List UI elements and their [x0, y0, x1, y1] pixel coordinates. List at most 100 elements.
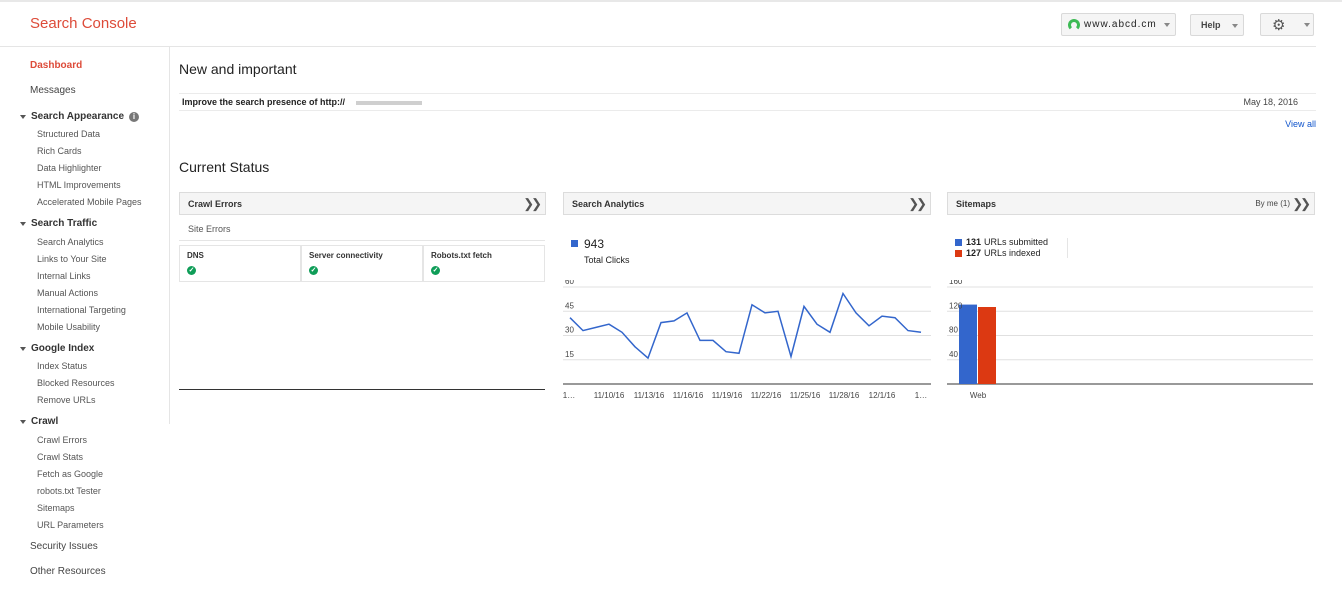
sidebar-item-remove-urls[interactable]: Remove URLs: [37, 395, 96, 405]
total-clicks-value: 943: [584, 237, 605, 251]
crawl-errors-divider: [179, 389, 545, 390]
sidebar-item-international-targeting[interactable]: International Targeting: [37, 305, 126, 315]
sidebar-item-security-issues[interactable]: Security Issues: [30, 541, 98, 552]
sidebar-item-internal-links[interactable]: Internal Links: [37, 271, 91, 281]
sidebar-item-robots-tester[interactable]: robots.txt Tester: [37, 486, 101, 496]
message-row[interactable]: Improve the search presence of http:// M…: [179, 93, 1316, 111]
x-tick-label: 1…: [915, 391, 927, 400]
total-clicks-label: Total Clicks: [584, 255, 630, 265]
sidebar-item-html-improvements[interactable]: HTML Improvements: [37, 180, 121, 190]
message-text[interactable]: Improve the search presence of http://: [182, 97, 345, 107]
expand-chevron-icon[interactable]: ❯❯: [523, 196, 542, 212]
sidebar-item-manual-actions[interactable]: Manual Actions: [37, 288, 98, 298]
indexed-label: URLs indexed: [984, 248, 1041, 258]
x-tick-label: 11/10/16: [594, 391, 625, 400]
search-analytics-header[interactable]: Search Analytics ❯❯: [563, 192, 931, 215]
legend-swatch-red: [955, 249, 962, 257]
sidebar-item-sitemaps[interactable]: Sitemaps: [37, 503, 75, 513]
sitemaps-header[interactable]: Sitemaps By me (1) ❯❯: [947, 192, 1315, 215]
sidebar-section-label: Search Appearance: [31, 111, 125, 122]
expand-chevron-icon[interactable]: ❯❯: [1292, 196, 1311, 212]
x-tick-label: 12/1/16: [869, 391, 896, 400]
help-label: Help: [1201, 20, 1221, 30]
sidebar-section-label: Crawl: [31, 416, 59, 427]
x-tick-label: Web: [970, 391, 987, 400]
sidebar-item-url-parameters[interactable]: URL Parameters: [37, 520, 104, 530]
y-tick-label: 80: [949, 326, 958, 335]
expand-triangle-icon: [20, 114, 26, 119]
search-analytics-chart: 60 45 30 15 1… 11/10/16 11/13/16 11/16/16 11/19/…: [563, 280, 931, 400]
check-icon: ✓: [187, 266, 196, 275]
check-icon: ✓: [309, 266, 318, 275]
sidebar-item-data-highlighter[interactable]: Data Highlighter: [37, 163, 102, 173]
sidebar-item-amp[interactable]: Accelerated Mobile Pages: [37, 197, 142, 207]
y-tick-label: 30: [565, 326, 574, 335]
sidebar-item-blocked-resources[interactable]: Blocked Resources: [37, 378, 115, 388]
clicks-series-line: [569, 291, 922, 360]
chevron-down-icon: [1164, 23, 1170, 27]
expand-triangle-icon: [20, 419, 26, 424]
x-tick-label: 11/16/16: [673, 391, 704, 400]
search-analytics-title: Search Analytics: [572, 199, 645, 209]
error-cell-label: Robots.txt fetch: [431, 251, 492, 260]
crawl-errors-header[interactable]: Crawl Errors ❯❯: [179, 192, 546, 215]
crawl-errors-title: Crawl Errors: [188, 199, 243, 209]
legend-swatch-blue: [955, 238, 962, 246]
sidebar-section-label: Search Traffic: [31, 218, 98, 229]
view-all-link[interactable]: View all: [1285, 119, 1316, 129]
x-tick-label: 11/22/16: [751, 391, 782, 400]
legend-indexed: 127 URLs indexed: [955, 248, 1041, 258]
x-tick-label: 11/19/16: [712, 391, 743, 400]
sitemaps-chart: 160 120 80 40 Web: [947, 280, 1313, 400]
site-selector[interactable]: www.abcd.cm: [1061, 13, 1176, 36]
gear-icon: ⚙: [1272, 17, 1286, 34]
site-url: www.abcd.cm: [1084, 19, 1157, 30]
y-tick-label: 15: [565, 350, 574, 359]
sidebar-section-search-traffic[interactable]: Search Traffic: [20, 218, 97, 229]
x-tick-label: 11/28/16: [829, 391, 860, 400]
y-tick-label: 40: [949, 350, 958, 359]
x-tick-label: 11/13/16: [634, 391, 665, 400]
sidebar-item-rich-cards[interactable]: Rich Cards: [37, 146, 82, 156]
sidebar-section-crawl[interactable]: Crawl: [20, 416, 58, 427]
y-tick-label: 45: [565, 301, 574, 310]
chevron-down-icon: [1304, 23, 1310, 27]
sidebar-section-google-index[interactable]: Google Index: [20, 343, 94, 354]
bar-urls-submitted: [959, 304, 977, 384]
sidebar-item-fetch-as-google[interactable]: Fetch as Google: [37, 469, 103, 479]
expand-triangle-icon: [20, 221, 26, 226]
sidebar-section-search-appearance[interactable]: Search Appearance i: [20, 111, 140, 122]
sidebar-item-dashboard[interactable]: Dashboard: [30, 60, 82, 71]
indexed-count: 127: [966, 248, 982, 258]
message-date: May 18, 2016: [1243, 97, 1298, 107]
by-me-filter[interactable]: By me (1): [1255, 199, 1290, 208]
redacted-url: [356, 101, 422, 105]
error-cell-dns[interactable]: DNS ✓: [179, 245, 301, 282]
header-bar: Search Console www.abcd.cm Help ⚙: [0, 2, 1316, 47]
current-status-heading: Current Status: [179, 159, 270, 175]
chevron-down-icon: [1232, 24, 1238, 28]
sidebar-item-other-resources[interactable]: Other Resources: [30, 566, 106, 577]
info-icon[interactable]: i: [129, 111, 140, 122]
expand-chevron-icon[interactable]: ❯❯: [908, 196, 927, 212]
y-tick-label: 160: [949, 280, 963, 286]
y-tick-label: 60: [565, 280, 574, 286]
sidebar-item-mobile-usability[interactable]: Mobile Usability: [37, 322, 100, 332]
error-cell-robots[interactable]: Robots.txt fetch ✓: [423, 245, 545, 282]
sidebar-item-structured-data[interactable]: Structured Data: [37, 129, 100, 139]
sidebar-item-messages[interactable]: Messages: [30, 85, 76, 96]
help-button[interactable]: Help: [1190, 14, 1244, 36]
sidebar-item-links-to-your-site[interactable]: Links to Your Site: [37, 254, 107, 264]
error-cell-server[interactable]: Server connectivity ✓: [301, 245, 423, 282]
sidebar-item-search-analytics[interactable]: Search Analytics: [37, 237, 104, 247]
sidebar-item-index-status[interactable]: Index Status: [37, 361, 87, 371]
settings-button[interactable]: ⚙: [1260, 13, 1314, 36]
expand-triangle-icon: [20, 346, 26, 351]
legend-submitted: 131 URLs submitted: [955, 237, 1048, 247]
x-tick-label: 11/25/16: [790, 391, 821, 400]
check-icon: ✓: [431, 266, 440, 275]
sidebar-item-crawl-stats[interactable]: Crawl Stats: [37, 452, 83, 462]
sidebar-item-crawl-errors[interactable]: Crawl Errors: [37, 435, 87, 445]
submitted-label: URLs submitted: [984, 237, 1049, 247]
app-title[interactable]: Search Console: [30, 15, 137, 32]
